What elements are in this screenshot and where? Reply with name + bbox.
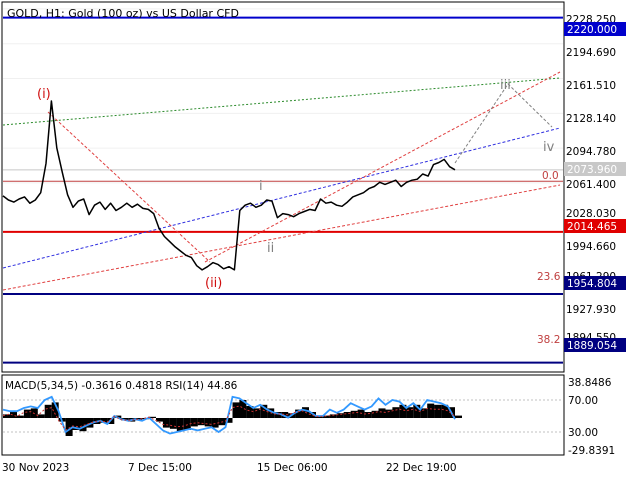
macd-bar [37,414,45,418]
indicator-tick: 30.00 [568,427,598,439]
level-1889-label: 1889.054 [567,340,617,352]
macd-bar [23,409,31,418]
fib-236-label: 23.6 [537,271,561,283]
macd-bar [190,418,198,427]
level-1889-tag: 1889.054 [564,338,626,352]
macd-bar [434,404,442,418]
level-current-tag: 2073.960 [564,162,626,176]
level-2220-label: 2220.000 [567,24,617,36]
time-label: 22 Dec 19:00 [386,462,457,474]
price-tick: 2094.780 [566,146,616,158]
macd-bar [204,418,212,427]
macd-bar [44,404,52,418]
macd-bar [392,407,400,418]
fib-0-label: 0.0 [542,170,559,182]
time-label: 7 Dec 15:00 [128,462,192,474]
macd-bar [455,415,462,418]
macd-bar [169,418,177,429]
macd-bar [232,402,240,418]
macd-bar [16,415,24,418]
indicator-tick: 70.00 [568,395,598,407]
wave-small-i-label: i [259,179,263,194]
macd-bar [406,407,414,418]
wave-iv-label: iv [543,140,555,155]
level-2014-label: 2014.465 [567,221,617,233]
level-1954-label: 1954.804 [567,278,617,290]
price-axis: 2228.250 2194.690 2161.510 2128.140 2094… [566,14,616,344]
indicator-tick: -29.8391 [568,445,615,457]
macd-bar [197,418,205,426]
macd-bar [176,418,184,432]
level-2220-tag: 2220.000 [564,22,626,36]
indicator-header: MACD(5,34,5) -0.3616 0.4818 RSI(14) 44.8… [5,380,238,392]
macd-bar [385,409,393,418]
main-plot-frame [1,1,565,373]
indicator-tick: 38.8486 [568,377,612,389]
macd-bar [378,408,386,418]
price-tick: 1927.930 [566,304,616,316]
level-2014-tag: 2014.465 [564,219,626,233]
price-tick: 2028.030 [566,208,616,220]
level-current-label: 2073.960 [567,164,617,176]
price-tick: 2161.510 [566,80,616,92]
macd-bar [350,410,358,418]
macd-bar [427,403,435,418]
wave-i-label: (i) [37,87,51,102]
time-label: 30 Nov 2023 [2,462,69,474]
price-tick: 2128.140 [566,113,616,125]
chart-canvas[interactable]: GOLD, H1: Gold (100 oz) vs US Dollar CFD… [0,0,640,480]
macd-bar [162,418,170,428]
wave-iii-label: iii [500,78,511,93]
trading-chart[interactable]: GOLD, H1: Gold (100 oz) vs US Dollar CFD… [0,0,640,480]
level-1954-tag: 1954.804 [564,276,626,290]
time-label: 15 Dec 06:00 [257,462,328,474]
macd-bar [357,409,365,418]
macd-bar [364,412,372,418]
wave-small-ii-label: ii [267,241,274,256]
fib-382-label: 38.2 [537,334,560,346]
price-tick: 1994.660 [566,241,616,253]
price-tick: 2194.690 [566,47,616,59]
wave-ii-label: (ii) [205,276,222,291]
symbol-header: GOLD, H1: Gold (100 oz) vs US Dollar CFD [7,7,239,20]
price-tick: 2061.400 [566,179,616,191]
macd-bar [10,412,17,418]
